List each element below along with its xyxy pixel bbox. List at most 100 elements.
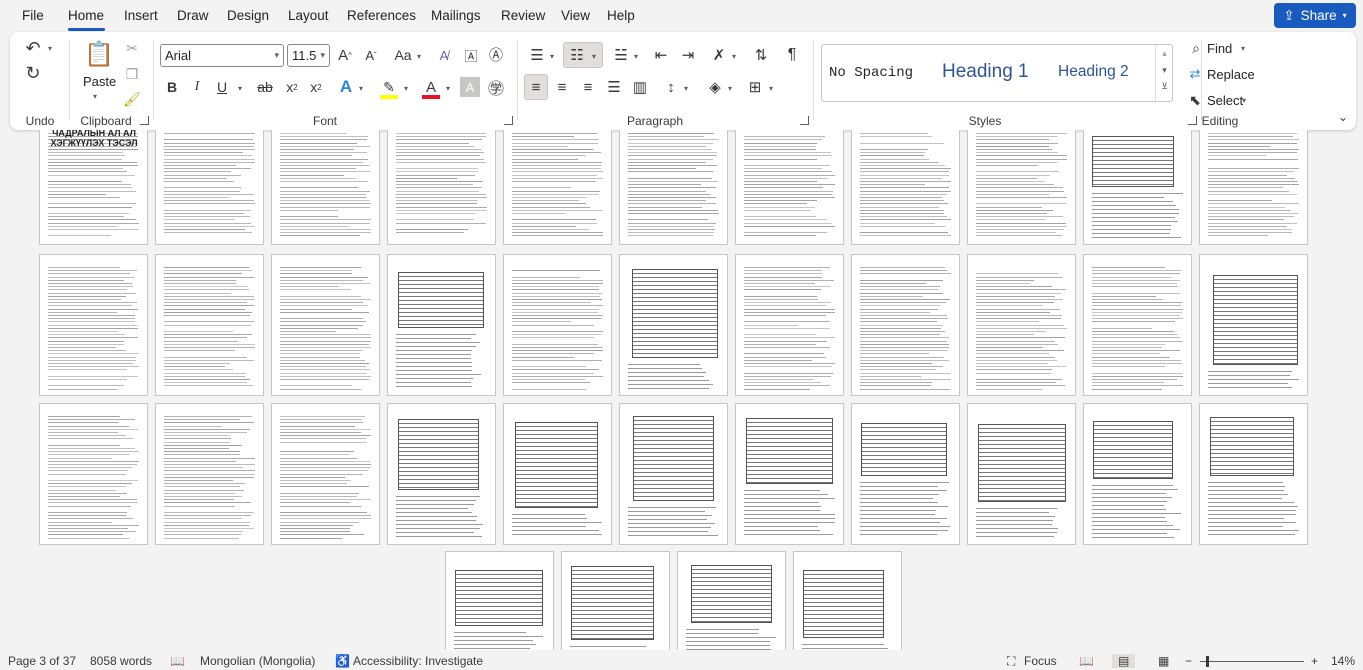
chevron-down-icon[interactable]: ▾ — [1242, 96, 1246, 105]
chevron-down-icon[interactable]: ▾ — [446, 84, 450, 93]
sort-icon[interactable]: ⇅ — [750, 45, 772, 65]
page-thumbnail[interactable] — [967, 130, 1076, 245]
page-thumbnail[interactable] — [271, 403, 380, 545]
page-thumbnail[interactable] — [735, 254, 844, 396]
page-thumbnail[interactable] — [445, 551, 554, 650]
superscript-icon[interactable]: x2 — [306, 77, 326, 97]
shrink-font-icon[interactable]: Aˇ — [361, 45, 381, 65]
page-thumbnail[interactable] — [851, 403, 960, 545]
cut-icon[interactable]: ✂ — [122, 38, 142, 58]
read-mode-icon[interactable]: 📖 — [1079, 654, 1094, 668]
page-thumbnail[interactable] — [387, 254, 496, 396]
tab-references[interactable]: References — [347, 8, 416, 23]
font-color-icon[interactable]: A — [420, 77, 442, 97]
clipboard-launcher-icon[interactable] — [140, 116, 149, 125]
scroll-down-icon[interactable]: ▾ — [1156, 65, 1173, 76]
paste-icon[interactable]: 📋 — [84, 38, 114, 70]
paragraph-launcher-icon[interactable] — [800, 116, 809, 125]
select-label[interactable]: Select — [1207, 93, 1243, 108]
page-thumbnail[interactable] — [1083, 254, 1192, 396]
replace-icon[interactable]: ⇄ — [1187, 65, 1203, 83]
tab-design[interactable]: Design — [227, 8, 269, 23]
bold-icon[interactable]: B — [162, 77, 182, 97]
zoom-in-icon[interactable]: + — [1311, 654, 1318, 668]
page-thumbnail[interactable] — [561, 551, 670, 650]
page-thumbnail[interactable] — [271, 254, 380, 396]
scroll-up-icon[interactable]: ▴ — [1156, 48, 1173, 59]
tab-help[interactable]: Help — [607, 8, 635, 23]
chevron-down-icon[interactable]: ▾ — [684, 84, 688, 93]
page-thumbnail[interactable] — [851, 254, 960, 396]
replace-label[interactable]: Replace — [1207, 67, 1255, 82]
word-count[interactable]: 8058 words — [90, 654, 152, 668]
character-shading-icon[interactable]: A — [460, 77, 480, 97]
page-thumbnail[interactable] — [503, 403, 612, 545]
style-heading-1[interactable]: Heading 1 — [942, 61, 1029, 83]
find-label[interactable]: Find — [1207, 41, 1232, 56]
shading-icon[interactable]: ◈ — [704, 77, 726, 97]
page-thumbnail[interactable] — [39, 403, 148, 545]
page-thumbnail[interactable] — [387, 130, 496, 245]
zoom-slider[interactable] — [1200, 661, 1304, 662]
align-right-icon[interactable]: ≡ — [577, 77, 599, 97]
zoom-level[interactable]: 14% — [1331, 654, 1355, 668]
page-thumbnail[interactable] — [735, 130, 844, 245]
justify-icon[interactable]: ☰ — [603, 77, 625, 97]
tab-file[interactable]: File — [22, 8, 44, 23]
page-thumbnail[interactable] — [271, 130, 380, 245]
web-layout-icon[interactable]: ▦ — [1158, 654, 1169, 668]
distributed-icon[interactable]: ▥ — [629, 77, 651, 97]
page-thumbnail[interactable] — [619, 403, 728, 545]
chevron-down-icon[interactable]: ▾ — [1241, 44, 1245, 53]
tab-layout[interactable]: Layout — [288, 8, 329, 23]
zoom-out-icon[interactable]: − — [1185, 654, 1192, 668]
align-center-icon[interactable]: ≡ — [551, 77, 573, 97]
chevron-down-icon[interactable]: ▾ — [550, 52, 554, 61]
chevron-down-icon[interactable]: ▾ — [592, 52, 596, 61]
share-button[interactable]: ⇪ Share ▾ — [1274, 3, 1356, 28]
redo-icon[interactable]: ↻ — [22, 62, 44, 84]
align-left-icon[interactable]: ≡ — [525, 77, 547, 97]
bullets-icon[interactable]: ☰ — [526, 45, 548, 65]
more-styles-icon[interactable]: ⊻ — [1156, 81, 1173, 92]
font-size-box[interactable]: 11.5 ▾ — [287, 44, 330, 67]
text-effects-box-icon[interactable]: 🄰 — [460, 45, 482, 65]
text-direction-icon[interactable]: ✗ — [708, 45, 730, 65]
paste-label[interactable]: Paste — [83, 74, 116, 89]
show-formatting-marks-icon[interactable]: ¶ — [781, 45, 803, 65]
page-thumbnail[interactable] — [1199, 130, 1308, 245]
tab-view[interactable]: View — [561, 8, 590, 23]
increase-indent-icon[interactable]: ⇥ — [677, 45, 699, 65]
enclose-characters-icon[interactable]: ㊫ — [485, 77, 507, 98]
page-thumbnail[interactable] — [503, 254, 612, 396]
accessibility-icon[interactable]: ♿ — [335, 654, 350, 668]
focus-icon[interactable]: ⛶ — [1007, 654, 1015, 669]
page-thumbnail[interactable] — [619, 254, 728, 396]
multilevel-list-icon[interactable]: ☱ — [610, 45, 632, 65]
undo-icon[interactable]: ↶ — [22, 37, 44, 59]
font-launcher-icon[interactable] — [504, 116, 513, 125]
font-name-box[interactable]: Arial ▾ — [160, 44, 284, 67]
page-thumbnail[interactable] — [967, 403, 1076, 545]
decrease-indent-icon[interactable]: ⇤ — [650, 45, 672, 65]
line-spacing-icon[interactable]: ↕ — [660, 77, 682, 97]
character-border-icon[interactable]: Ⓐ — [485, 45, 507, 65]
page-thumbnail[interactable] — [735, 403, 844, 545]
page-thumbnail[interactable] — [1083, 403, 1192, 545]
collapse-ribbon-icon[interactable]: ⌄ — [1336, 110, 1350, 124]
tab-insert[interactable]: Insert — [124, 8, 158, 23]
style-no-spacing[interactable]: No Spacing — [829, 65, 913, 81]
borders-icon[interactable]: ⊞ — [744, 77, 766, 97]
chevron-down-icon[interactable]: ▾ — [359, 84, 363, 93]
chevron-down-icon[interactable]: ▾ — [634, 52, 638, 61]
page-thumbnail[interactable] — [851, 130, 960, 245]
chevron-down-icon[interactable]: ▾ — [404, 84, 408, 93]
underline-icon[interactable]: U — [212, 77, 232, 97]
clear-formatting-icon[interactable]: A̸ — [433, 45, 455, 65]
chevron-down-icon[interactable]: ▾ — [769, 84, 773, 93]
zoom-slider-thumb[interactable] — [1206, 656, 1209, 667]
page-thumbnail[interactable] — [619, 130, 728, 245]
page-thumbnail[interactable] — [39, 254, 148, 396]
tab-mailings[interactable]: Mailings — [431, 8, 481, 23]
chevron-down-icon[interactable]: ▾ — [93, 92, 97, 101]
